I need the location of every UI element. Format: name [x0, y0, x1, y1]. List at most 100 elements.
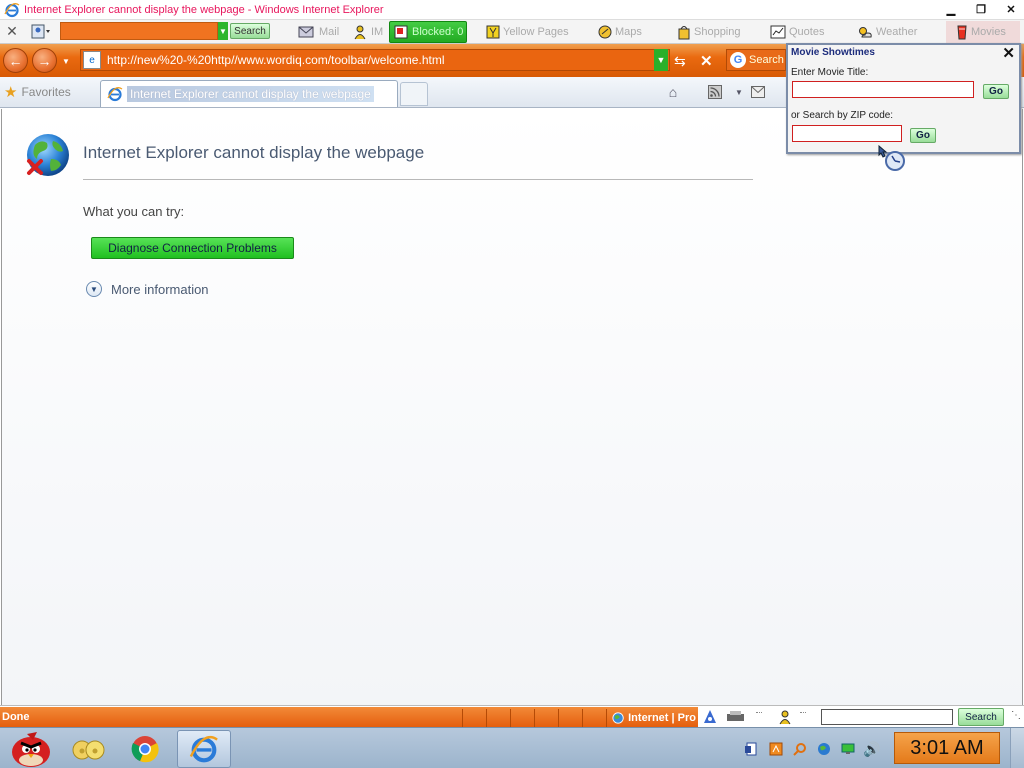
feeds-dropdown-icon[interactable]: ▼: [730, 84, 748, 100]
compass-icon[interactable]: [702, 709, 718, 725]
toolbar-shopping[interactable]: Shopping: [677, 24, 741, 40]
more-information-link[interactable]: ▼ More information: [86, 281, 209, 297]
weather-icon: [859, 27, 872, 38]
close-toolbar-icon[interactable]: ✕: [0, 23, 24, 40]
status-panel: Done Internet | Pro: [0, 707, 698, 728]
security-zone-label: Internet | Pro: [628, 712, 696, 724]
favorites-star-icon: ★: [4, 84, 18, 101]
slides-tray-icon[interactable]: [768, 741, 784, 757]
zip-go-button[interactable]: Go: [910, 128, 936, 143]
yellow-pages-icon: [486, 25, 500, 39]
toolbar-yellow-pages-label: Yellow Pages: [503, 26, 569, 38]
taskbar-pigs-app[interactable]: [66, 730, 112, 768]
diagnose-connection-button[interactable]: Diagnose Connection Problems: [91, 237, 294, 259]
url-dropdown-button[interactable]: ▼: [654, 49, 668, 71]
taskbar: 🔊 3:01 AM: [0, 727, 1024, 768]
minimize-button[interactable]: ▁: [940, 1, 962, 18]
security-zone[interactable]: Internet | Pro: [612, 711, 696, 725]
printer-icon[interactable]: [726, 711, 746, 723]
toolbar-search-input[interactable]: [60, 22, 218, 40]
web-search-placeholder: Search: [749, 54, 784, 66]
status-separator: [756, 712, 762, 718]
zip-code-input[interactable]: [792, 125, 902, 142]
window-title: Internet Explorer cannot display the web…: [24, 3, 384, 16]
taskbar-chrome[interactable]: [122, 730, 168, 768]
movies-icon: [957, 25, 967, 39]
error-heading: Internet Explorer cannot display the web…: [83, 143, 425, 162]
office-tray-icon[interactable]: [744, 741, 760, 757]
status-divider: [510, 709, 511, 727]
status-divider: [606, 709, 607, 727]
status-text: Done: [2, 711, 30, 723]
toolbar-maps[interactable]: Maps: [598, 24, 642, 40]
toolbar-yellow-pages[interactable]: Yellow Pages: [486, 24, 569, 40]
chrome-icon: [131, 736, 159, 763]
page-content: Internet Explorer cannot display the web…: [1, 109, 1023, 706]
movie-title-input[interactable]: [792, 81, 974, 98]
network-globe-tray-icon[interactable]: [816, 741, 832, 757]
toolbar-quotes[interactable]: Quotes: [770, 24, 824, 40]
internet-explorer-icon: [4, 2, 20, 17]
new-tab-button[interactable]: [400, 82, 428, 106]
popup-blocker-label: Blocked: 0: [412, 26, 464, 38]
toolbar-im[interactable]: IM: [352, 24, 383, 40]
toolbar-movies[interactable]: Movies: [946, 21, 1020, 43]
movie-title-go-button[interactable]: Go: [983, 84, 1009, 99]
window-controls: ▁ ❐ ✕: [940, 1, 1022, 18]
web-search-box[interactable]: G Search: [726, 49, 786, 71]
status-search-button[interactable]: Search: [958, 708, 1004, 726]
toolbar-movies-label: Movies: [971, 26, 1006, 38]
volume-icon[interactable]: 🔊: [863, 741, 880, 757]
maps-icon: [598, 25, 612, 39]
tab-active[interactable]: Internet Explorer cannot display the web…: [100, 80, 398, 107]
shopping-icon: [678, 25, 690, 39]
maximize-button[interactable]: ❐: [970, 1, 992, 18]
resize-grip-icon[interactable]: ⋱: [1011, 710, 1021, 721]
refresh-icon[interactable]: ⇆: [674, 53, 686, 70]
recent-pages-dropdown-icon[interactable]: ▼: [62, 57, 70, 66]
taskbar-internet-explorer[interactable]: [177, 730, 231, 768]
status-search-input[interactable]: [821, 709, 953, 725]
display-tray-icon[interactable]: [840, 741, 856, 757]
more-information-label: More information: [111, 281, 209, 297]
tab-ie-icon: [107, 87, 123, 102]
toolbar-logo-icon[interactable]: [30, 23, 52, 41]
toolbar-weather[interactable]: Weather: [857, 24, 917, 40]
popup-close-icon[interactable]: ✕: [1002, 44, 1015, 62]
url-field[interactable]: e http://new%20-%20http//www.wordiq.com/…: [80, 49, 670, 71]
heading-divider: [83, 179, 753, 180]
status-divider: [534, 709, 535, 727]
favorites-button[interactable]: ★ Favorites: [4, 81, 71, 103]
mail-icon: [298, 26, 314, 38]
show-desktop-button[interactable]: [1010, 728, 1024, 768]
feeds-icon[interactable]: [706, 84, 724, 100]
back-button[interactable]: ←: [3, 48, 28, 73]
search-tray-icon[interactable]: [792, 741, 808, 757]
toolbar-quotes-label: Quotes: [789, 26, 825, 38]
url-text: http://new%20-%20http//www.wordiq.com/to…: [107, 53, 445, 67]
movie-title-label: Enter Movie Title:: [791, 67, 869, 78]
start-button[interactable]: [2, 730, 62, 768]
status-bar: Done Internet | Pro Search ⋱: [0, 705, 1024, 728]
forward-button[interactable]: →: [32, 48, 57, 73]
im-status-icon[interactable]: [778, 709, 792, 725]
favorites-label: Favorites: [21, 85, 71, 99]
quotes-icon: [770, 25, 786, 39]
close-window-button[interactable]: ✕: [1000, 1, 1022, 18]
read-mail-icon[interactable]: [749, 84, 767, 100]
green-pigs-icon: [72, 740, 105, 760]
zip-code-label: or Search by ZIP code:: [791, 110, 894, 121]
home-icon[interactable]: ⌂: [664, 84, 682, 100]
search-toolbar: ✕ ▼ Search Mail IM Blocked: 0 Yellow Pag…: [0, 20, 1024, 44]
popup-blocker-button[interactable]: Blocked: 0: [389, 21, 467, 43]
stop-icon[interactable]: ✕: [700, 52, 713, 70]
toolbar-mail[interactable]: Mail: [298, 24, 339, 40]
internet-explorer-icon: [189, 735, 218, 763]
toolbar-search-dropdown[interactable]: ▼: [218, 22, 228, 40]
toolbar-search-button[interactable]: Search: [230, 23, 270, 39]
status-divider: [462, 709, 463, 727]
clock[interactable]: 3:01 AM: [894, 732, 1000, 764]
movie-showtimes-popup: Movie Showtimes ✕ Enter Movie Title: Go …: [786, 43, 1021, 154]
chevron-down-icon: ▼: [86, 281, 102, 297]
im-icon: [354, 25, 366, 40]
